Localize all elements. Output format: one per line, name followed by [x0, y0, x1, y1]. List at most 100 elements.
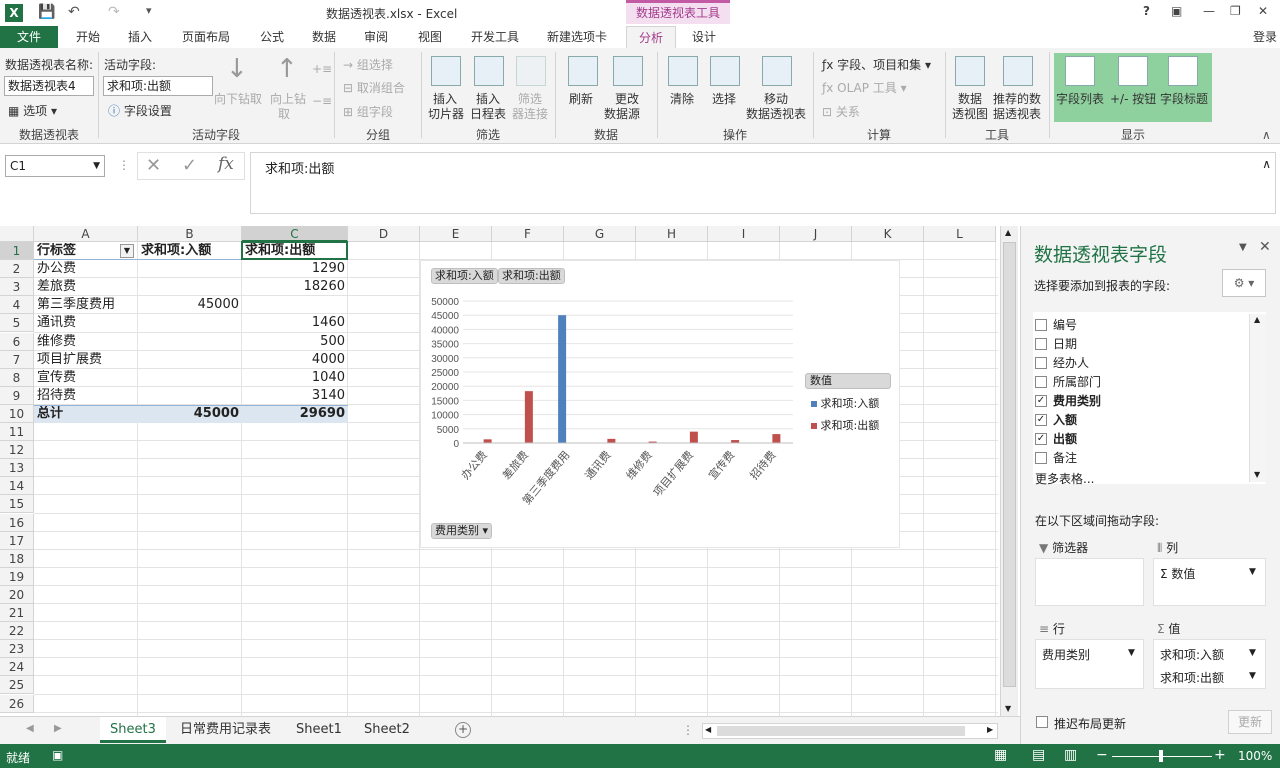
- field-item[interactable]: 备注: [1035, 449, 1077, 466]
- update-button[interactable]: 更新: [1228, 710, 1272, 734]
- column-header[interactable]: K: [852, 226, 924, 242]
- restore-icon[interactable]: ❐: [1230, 4, 1241, 18]
- add-sheet-icon[interactable]: +: [455, 722, 471, 738]
- row-header[interactable]: 4: [0, 296, 34, 315]
- row-header[interactable]: 22: [0, 622, 34, 641]
- pivot-value-out[interactable]: [245, 297, 345, 313]
- field-headers-icon[interactable]: [1168, 56, 1198, 86]
- tab-split-icon[interactable]: ⋮: [682, 723, 694, 737]
- pivot-total-out[interactable]: 29690: [245, 406, 345, 422]
- drill-up-icon[interactable]: ↑: [276, 56, 298, 82]
- tab-formulas[interactable]: 公式: [252, 26, 292, 48]
- field-checkbox[interactable]: ✓: [1035, 413, 1047, 426]
- scroll-down-icon[interactable]: ▼: [1005, 704, 1011, 713]
- pivot-row-label[interactable]: 项目扩展费: [37, 352, 157, 368]
- customize-quick-access-icon[interactable]: ▾: [146, 4, 152, 17]
- timeline-icon[interactable]: [474, 56, 504, 86]
- help-icon[interactable]: ?: [1143, 4, 1150, 18]
- undo-icon[interactable]: ↶: [68, 4, 80, 20]
- row-header[interactable]: 6: [0, 332, 34, 351]
- column-header[interactable]: E: [420, 226, 492, 242]
- column-field-values[interactable]: Σ 数值: [1160, 565, 1195, 582]
- plus-minus-icon[interactable]: [1118, 56, 1148, 86]
- row-header[interactable]: 20: [0, 585, 34, 604]
- pivot-total-label[interactable]: 总计: [37, 406, 135, 422]
- row-header[interactable]: 17: [0, 531, 34, 550]
- row-header[interactable]: 21: [0, 604, 34, 623]
- field-item[interactable]: ✓ 出额: [1035, 430, 1077, 447]
- row-header[interactable]: 2: [0, 260, 34, 279]
- column-header[interactable]: J: [780, 226, 852, 242]
- value-field-out[interactable]: 求和项:出额: [1160, 669, 1224, 686]
- pane-close-icon[interactable]: ✕: [1259, 239, 1271, 255]
- chart-bar[interactable]: [558, 315, 567, 443]
- chart-bar[interactable]: [524, 391, 533, 443]
- column-header[interactable]: A: [34, 226, 138, 242]
- value-field-in[interactable]: 求和项:入额: [1160, 646, 1224, 663]
- pivot-value-in[interactable]: [141, 388, 239, 404]
- minimize-icon[interactable]: —: [1203, 4, 1215, 18]
- field-item[interactable]: 日期: [1035, 335, 1077, 352]
- formula-options-icon[interactable]: ⋮: [118, 158, 130, 172]
- collapse-field-icon[interactable]: −≡: [312, 94, 332, 108]
- row-header[interactable]: 11: [0, 423, 34, 442]
- cancel-icon[interactable]: ✕: [146, 155, 161, 176]
- sheet-tab-sheet1[interactable]: Sheet1: [286, 717, 352, 743]
- pivot-value-in[interactable]: 45000: [141, 297, 239, 313]
- insert-function-icon[interactable]: fx: [218, 154, 234, 174]
- pivot-row-label[interactable]: 宣传费: [37, 370, 157, 386]
- group-field-button[interactable]: ⊞ 组字段: [343, 103, 393, 120]
- save-icon[interactable]: 💾: [38, 4, 55, 20]
- chevron-down-icon[interactable]: ▼: [1128, 648, 1135, 658]
- pivot-value-in[interactable]: [141, 279, 239, 295]
- column-header[interactable]: D: [348, 226, 420, 242]
- fields-items-button[interactable]: ƒx 字段、项目和集 ▾: [822, 56, 931, 73]
- row-header[interactable]: 1: [0, 242, 34, 261]
- pivot-value-out[interactable]: 4000: [245, 352, 345, 368]
- page-layout-view-icon[interactable]: ▤: [1032, 747, 1045, 763]
- hscroll-thumb[interactable]: [717, 726, 965, 736]
- tab-review[interactable]: 审阅: [356, 26, 396, 48]
- field-item[interactable]: 经办人: [1035, 354, 1089, 371]
- columns-area[interactable]: Σ 数值 ▼: [1153, 558, 1266, 606]
- normal-view-icon[interactable]: ▦: [994, 747, 1007, 763]
- pivot-chart[interactable]: 求和项:入额 求和项:出额 50000 45000 40000 35000 30000 2…: [420, 260, 900, 548]
- pivot-row-label[interactable]: 维修费: [37, 334, 157, 350]
- worksheet-grid[interactable]: A B C D E F G H I J K L 1 2 3 4 5 6 7 8 9 10 11 12 13 14 15 16 17 18 1…: [0, 226, 1020, 716]
- redo-icon[interactable]: ↷: [108, 4, 120, 20]
- field-list-scrollbar[interactable]: ▲ ▼: [1249, 314, 1266, 482]
- filter-connections-icon[interactable]: [516, 56, 546, 86]
- scroll-left-icon[interactable]: ◀: [705, 725, 711, 734]
- pivot-row-label[interactable]: 第三季度费用: [37, 297, 157, 313]
- pivot-total-in[interactable]: 45000: [141, 406, 239, 422]
- tab-home[interactable]: 开始: [68, 26, 108, 48]
- formula-input[interactable]: 求和项:出额 ∧: [250, 152, 1276, 214]
- more-tables-link[interactable]: 更多表格...: [1035, 470, 1094, 487]
- field-checkbox[interactable]: ✓: [1035, 394, 1047, 407]
- ungroup-button[interactable]: ⊟ 取消组合: [343, 79, 405, 96]
- pivot-value-out[interactable]: 1290: [245, 261, 345, 277]
- chart-bar[interactable]: [772, 434, 781, 443]
- enter-icon[interactable]: ✓: [182, 155, 197, 176]
- tab-new[interactable]: 新建选项卡: [542, 26, 612, 48]
- row-header[interactable]: 23: [0, 640, 34, 659]
- rows-area[interactable]: 费用类别 ▼: [1035, 639, 1144, 689]
- column-header[interactable]: I: [708, 226, 780, 242]
- row-header[interactable]: 18: [0, 549, 34, 568]
- pivot-value-in[interactable]: [141, 352, 239, 368]
- column-header[interactable]: C: [242, 226, 348, 242]
- close-icon[interactable]: ✕: [1258, 4, 1268, 18]
- slicer-icon[interactable]: [431, 56, 461, 86]
- pivot-header-cell[interactable]: 行标签: [37, 243, 121, 259]
- pivot-value-in[interactable]: [141, 261, 239, 277]
- pivot-row-label[interactable]: 差旅费: [37, 279, 157, 295]
- zoom-level[interactable]: 100%: [1238, 749, 1272, 763]
- collapse-ribbon-icon[interactable]: ∧: [1262, 128, 1271, 142]
- change-source-icon[interactable]: [613, 56, 643, 86]
- field-item[interactable]: 编号: [1035, 316, 1077, 333]
- field-checkbox[interactable]: [1035, 318, 1047, 331]
- chart-bar[interactable]: [483, 439, 492, 443]
- field-list-icon[interactable]: [1065, 56, 1095, 86]
- chart-bar[interactable]: [607, 438, 616, 443]
- row-label-filter-icon[interactable]: ▼: [120, 244, 134, 258]
